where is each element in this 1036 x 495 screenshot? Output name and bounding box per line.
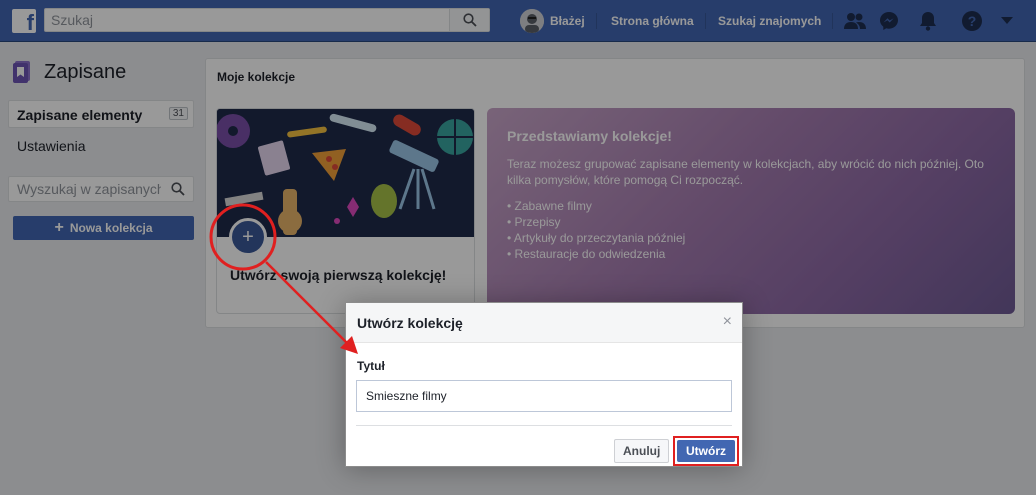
dialog-title: Utwórz kolekcję — [357, 315, 463, 331]
create-button-highlight: Utwórz — [673, 436, 739, 466]
create-button[interactable]: Utwórz — [677, 440, 735, 462]
create-collection-dialog: Utwórz kolekcję × Tytuł Anuluj Utwórz — [345, 302, 743, 467]
cancel-button[interactable]: Anuluj — [614, 439, 670, 463]
close-icon[interactable]: × — [723, 313, 732, 331]
dialog-divider — [356, 425, 732, 426]
dialog-header: Utwórz kolekcję × — [346, 303, 742, 343]
title-field-label: Tytuł — [357, 359, 385, 373]
collection-title-input[interactable] — [356, 380, 732, 412]
